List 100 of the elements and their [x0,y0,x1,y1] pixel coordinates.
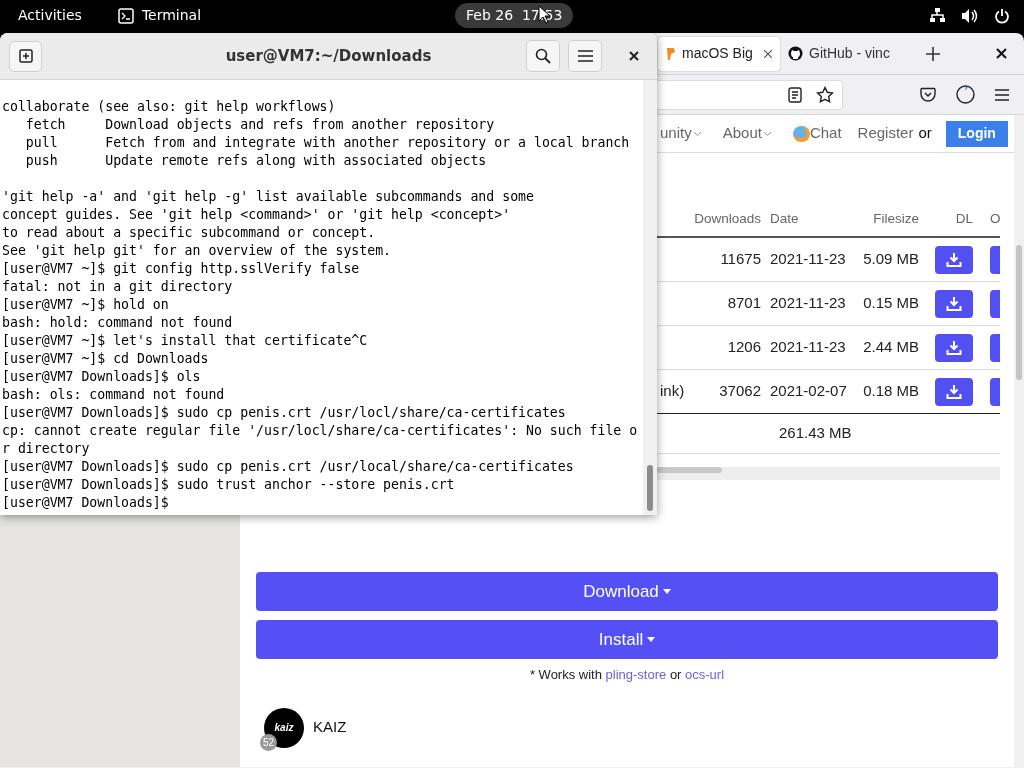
pocket-icon[interactable] [920,87,936,102]
close-icon[interactable] [996,48,1007,59]
column-header[interactable]: O [973,209,1000,230]
table-cell-text: 8701 [726,293,761,314]
terminal-line: fatal: not in a git directory [2,278,234,296]
open-button[interactable] [990,377,1000,406]
table-cell-text: 2.44 MB [862,337,919,358]
download-button[interactable] [935,245,973,274]
terminal-line: [user@VM7 ~]$ hold on [2,296,170,314]
url-field[interactable] [657,79,843,110]
total-size: 261.43 MB [779,423,852,444]
terminal-line: cp: cannot create regular file '/usr/locl/share/ca-certificates': No such file o [2,422,639,440]
menu-icon[interactable] [995,88,1009,101]
terminal-line: bash: hold: command not found [2,314,234,332]
column-header[interactable]: Filesize [850,209,919,230]
terminal-line: [user@VM7 ~]$ git config http.sslVerify false [2,260,361,278]
column-header[interactable]: Date [761,209,850,230]
ocs-url-link[interactable]: ocs-url [685,667,725,682]
terminal-line: [user@VM7 Downloads]$ [2,494,170,512]
chat-link[interactable]: Chat [809,122,842,145]
dropdown-button[interactable]: Download [256,572,998,611]
dropdown-button[interactable]: Install [256,620,998,659]
site-icon [666,46,676,61]
column-header[interactable]: Downloads [687,209,761,230]
app-menu[interactable]: Terminal [141,5,202,26]
download-icon [946,295,962,312]
chat-icon [792,125,810,142]
menu-button[interactable] [568,40,602,72]
cat-icon [788,46,803,61]
download-icon [946,251,962,268]
close-icon[interactable] [629,51,639,61]
volume-icon[interactable] [961,7,979,24]
caret-icon [693,132,701,137]
search-button[interactable] [526,40,560,72]
open-button[interactable] [990,333,1000,362]
terminal-line: [user@VM7 ~]$ let's install that certificate^C [2,332,369,350]
terminal-line: concept guides. See 'git help <command>' or 'git help <concept>' [2,206,512,224]
caret-icon [662,589,671,594]
or-text: or [669,667,682,682]
table-cell-text: 2021-02-07 [769,381,848,402]
activities-button[interactable]: Activities [18,5,82,26]
terminal-line: bash: ols: command not found [2,386,226,404]
scrollbar-thumb[interactable] [657,467,722,473]
terminal-line: [user@VM7 Downloads]$ sudo cp penis.crt /usr/locl/share/ca-certificates [2,404,567,422]
account-icon[interactable] [956,85,975,104]
terminal-icon [117,7,134,24]
plus-icon [18,49,33,63]
table-cell-text: 0.15 MB [862,293,919,314]
table-cell-text: 37062 [718,381,761,402]
table-cell-text: 2021-11-23 [769,249,847,270]
table-cell-text: 5.09 MB [862,249,919,270]
works-with-text: * Works with [529,667,602,682]
terminal-line: [user@VM7 Downloads]$ sudo trust anchor --store penis.crt [2,476,456,494]
nav-menu[interactable]: unity [660,122,701,145]
table-cell-text: 2021-11-23 [769,337,847,358]
terminal-line: to read about a specific subcommand or concept. [2,224,377,242]
terminal-line: pull Fetch from and integrate with another repository or a local branch [24,134,631,152]
download-button[interactable] [935,289,973,318]
download-button[interactable] [935,377,973,406]
window-title: user@VM7:~/Downloads [224,45,433,67]
close-icon[interactable] [764,49,772,58]
open-button[interactable] [990,289,1000,318]
caret-icon [647,637,656,642]
table-cell-text: 11675 [719,249,761,270]
pling-store-link[interactable]: pling-store [605,667,667,682]
terminal-line: [user@VM7 Downloads]$ ols [2,368,202,386]
terminal-line: r directory [2,440,91,458]
table-cell-text: ink) [659,381,686,402]
open-button[interactable] [990,245,1000,274]
download-icon [946,339,962,356]
terminal-line: push Update remote refs along with associated objects [24,152,488,170]
download-button[interactable] [935,333,973,362]
terminal-line: [user@VM7 ~]$ cd Downloads [2,350,210,368]
star-icon[interactable] [816,85,834,104]
table-cell-text: 0.18 MB [862,381,919,402]
column-header[interactable]: DL [919,209,973,230]
table-cell-text: 2021-11-23 [769,293,847,314]
browser-tab[interactable]: macOS Big [658,36,780,71]
terminal-scrollbar[interactable] [643,80,657,515]
terminal-line: See 'git help git' for an overview of the system. [2,242,393,260]
reader-view-icon[interactable] [788,86,802,103]
terminal-line: [user@VM7 Downloads]$ sudo cp penis.crt /usr/local/share/ca-certificates [2,458,575,476]
table-cell-text: 1206 [726,337,761,358]
power-icon[interactable] [994,7,1010,24]
terminal-line: collaborate (see also: git help workflows) [2,98,337,116]
menu-icon [577,50,593,62]
search-icon [535,48,551,64]
download-icon [946,383,962,400]
register-link[interactable]: Register [857,122,914,145]
nav-menu[interactable]: About [722,122,771,145]
or-text: or [918,123,932,144]
browser-tab[interactable]: GitHub - vinc [780,36,902,71]
terminal-line: 'git help -a' and 'git help -g' list available subcommands and some [2,188,535,206]
network-icon[interactable] [929,7,946,24]
caret-icon [763,132,771,137]
login-button[interactable]: Login [945,120,1008,147]
new-tab-button[interactable] [926,46,940,61]
author-name[interactable]: KAIZ [313,716,347,739]
page-scrollbar[interactable] [1014,115,1024,767]
terminal-line: fetch Download objects and refs from another repository [24,116,496,134]
